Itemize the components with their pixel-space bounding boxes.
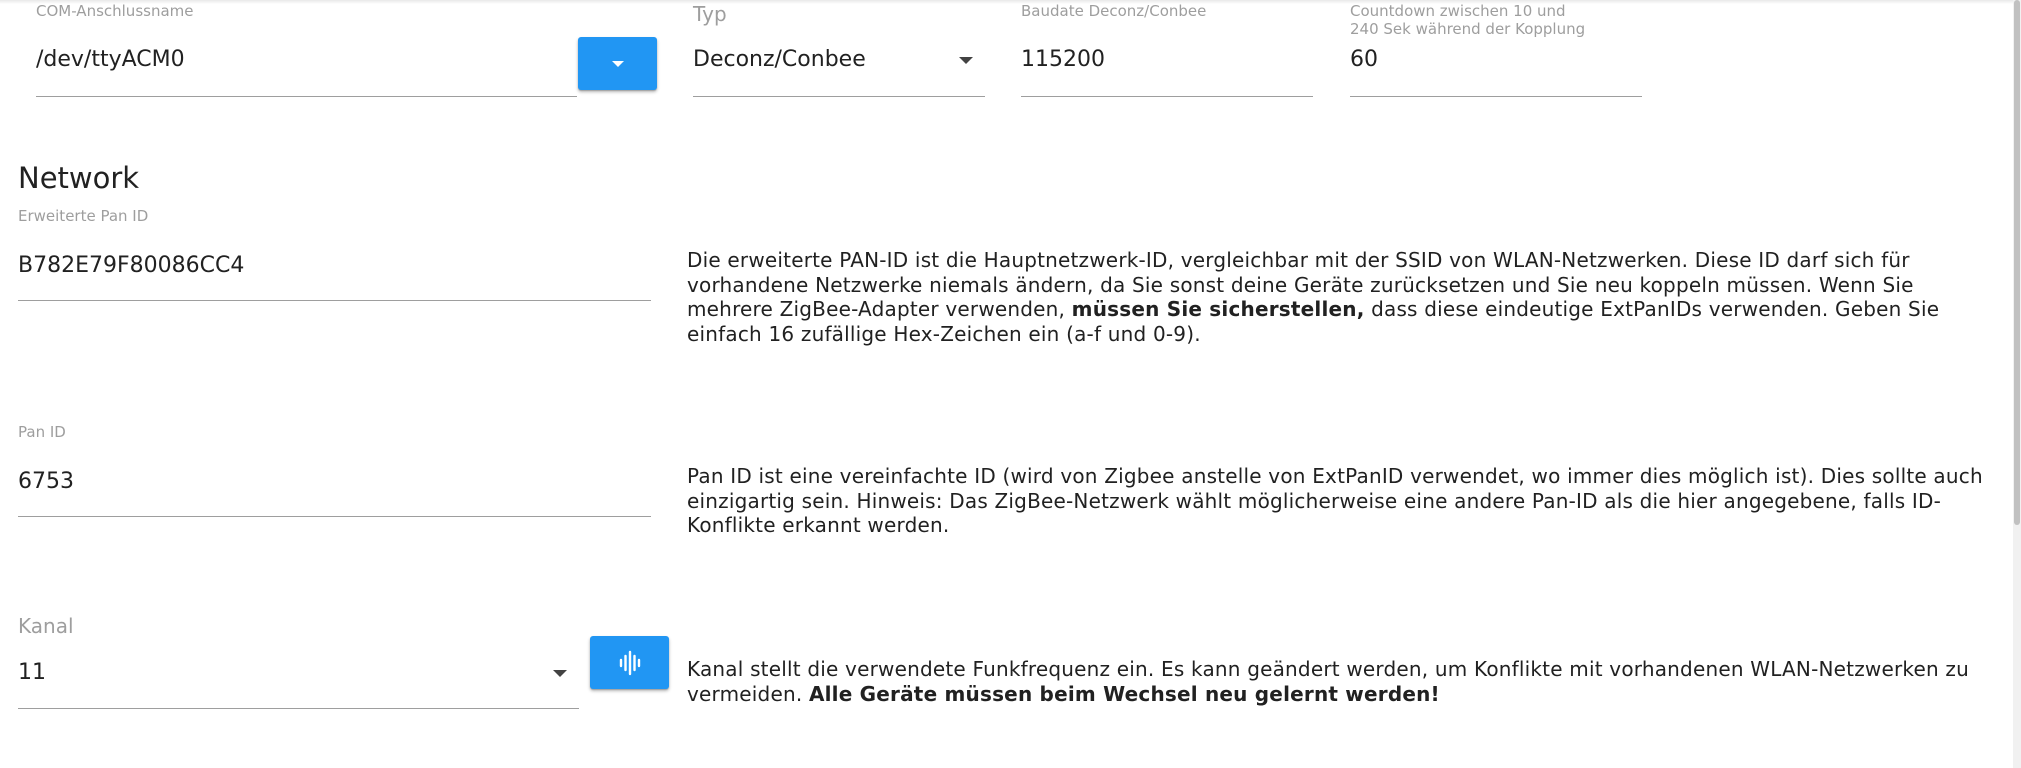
baudrate-input[interactable]: 115200 <box>1021 46 1105 74</box>
baudrate-underline <box>1021 96 1313 97</box>
ext-pan-id-underline <box>18 300 651 301</box>
channel-help-bold: Alle Geräte müssen beim Wechsel neu gele… <box>808 681 1440 706</box>
top-shadow <box>0 0 2021 4</box>
channel-label: Kanal <box>18 614 74 638</box>
countdown-label: Countdown zwischen 10 und 240 Sek währen… <box>1350 2 1585 38</box>
com-port-label: COM-Anschlussname <box>36 2 194 20</box>
pan-id-input[interactable]: 6753 <box>18 468 74 496</box>
typ-caret-down-icon <box>959 57 973 64</box>
scrollbar-thumb[interactable] <box>2014 0 2020 525</box>
ext-pan-id-label: Erweiterte Pan ID <box>18 207 149 225</box>
com-port-underline <box>36 96 577 97</box>
network-section-title: Network <box>18 161 140 195</box>
channel-select[interactable]: 11 <box>18 659 46 687</box>
waveform-icon <box>619 650 640 675</box>
pan-id-label: Pan ID <box>18 423 66 441</box>
channel-caret-down-icon <box>553 670 567 677</box>
ext-pan-id-help-text: Die erweiterte PAN-ID ist die Hauptnetzw… <box>687 248 1987 346</box>
com-port-input[interactable]: /dev/ttyACM0 <box>36 46 185 74</box>
com-port-select-button[interactable] <box>578 37 657 90</box>
countdown-input[interactable]: 60 <box>1350 46 1378 74</box>
ext-pan-id-input[interactable]: B782E79F80086CC4 <box>18 252 244 280</box>
countdown-label-line1: Countdown zwischen 10 und <box>1350 2 1566 20</box>
typ-select[interactable]: Deconz/Conbee <box>693 46 866 74</box>
pan-id-help-text: Pan ID ist eine vereinfachte ID (wird vo… <box>687 464 1983 537</box>
countdown-underline <box>1350 96 1642 97</box>
channel-help-text: Kanal stellt die verwendete Funkfrequenz… <box>687 657 1987 706</box>
typ-label: Typ <box>693 2 727 26</box>
countdown-label-line2: 240 Sek während der Kopplung <box>1350 20 1586 38</box>
typ-underline <box>693 96 985 97</box>
channel-underline <box>18 708 579 709</box>
baudrate-label: Baudate Deconz/Conbee <box>1021 2 1207 20</box>
ext-pan-help-bold: müssen Sie sicherstellen, <box>1071 297 1365 321</box>
caret-down-icon <box>611 60 624 67</box>
channel-scan-button[interactable] <box>590 636 669 689</box>
pan-id-underline <box>18 516 651 517</box>
